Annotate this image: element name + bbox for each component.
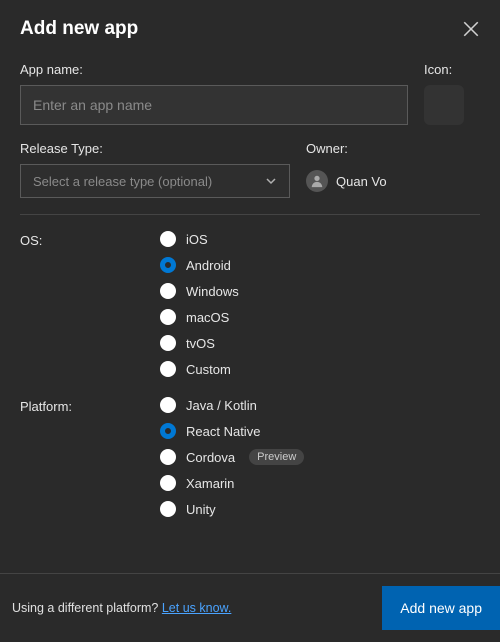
radio-icon xyxy=(160,397,176,413)
chevron-down-icon xyxy=(265,175,277,187)
platform-label: Platform: xyxy=(20,397,160,517)
radio-icon xyxy=(160,335,176,351)
icon-upload[interactable] xyxy=(424,85,464,125)
preview-badge: Preview xyxy=(249,449,304,465)
radio-label: Windows xyxy=(186,284,239,299)
radio-icon xyxy=(160,361,176,377)
platform-option-unity[interactable]: Unity xyxy=(160,501,304,517)
radio-label: Android xyxy=(186,258,231,273)
close-icon[interactable] xyxy=(462,20,480,38)
dialog-title: Add new app xyxy=(20,18,138,40)
radio-icon xyxy=(160,231,176,247)
let-us-know-link[interactable]: Let us know. xyxy=(162,601,232,615)
os-option-windows[interactable]: Windows xyxy=(160,283,239,299)
radio-icon xyxy=(160,309,176,325)
radio-icon xyxy=(160,449,176,465)
os-radio-group: iOS Android Windows macOS tvOS Custom xyxy=(160,231,239,377)
platform-option-xamarin[interactable]: Xamarin xyxy=(160,475,304,491)
radio-label: tvOS xyxy=(186,336,215,351)
app-name-label: App name: xyxy=(20,62,408,77)
owner-label: Owner: xyxy=(306,141,480,156)
platform-option-cordova[interactable]: Cordova Preview xyxy=(160,449,304,465)
os-option-android[interactable]: Android xyxy=(160,257,239,273)
radio-label: Custom xyxy=(186,362,231,377)
radio-icon xyxy=(160,257,176,273)
os-option-tvos[interactable]: tvOS xyxy=(160,335,239,351)
radio-icon xyxy=(160,475,176,491)
platform-radio-group: Java / Kotlin React Native Cordova Preview X… xyxy=(160,397,304,517)
release-type-placeholder: Select a release type (optional) xyxy=(33,174,212,189)
app-name-input[interactable] xyxy=(20,85,408,125)
os-label: OS: xyxy=(20,231,160,377)
radio-label: Cordova xyxy=(186,450,235,465)
avatar xyxy=(306,170,328,192)
owner-display[interactable]: Quan Vo xyxy=(306,164,480,198)
radio-icon xyxy=(160,283,176,299)
radio-icon xyxy=(160,423,176,439)
radio-label: Unity xyxy=(186,502,216,517)
radio-label: macOS xyxy=(186,310,229,325)
footer-text: Using a different platform? Let us know. xyxy=(12,601,231,615)
platform-option-java-kotlin[interactable]: Java / Kotlin xyxy=(160,397,304,413)
os-option-macos[interactable]: macOS xyxy=(160,309,239,325)
divider xyxy=(20,214,480,215)
icon-label: Icon: xyxy=(424,62,480,77)
platform-option-react-native[interactable]: React Native xyxy=(160,423,304,439)
os-option-custom[interactable]: Custom xyxy=(160,361,239,377)
release-type-label: Release Type: xyxy=(20,141,290,156)
radio-label: Java / Kotlin xyxy=(186,398,257,413)
radio-label: Xamarin xyxy=(186,476,234,491)
os-option-ios[interactable]: iOS xyxy=(160,231,239,247)
owner-name: Quan Vo xyxy=(336,174,387,189)
radio-icon xyxy=(160,501,176,517)
radio-label: React Native xyxy=(186,424,260,439)
release-type-select[interactable]: Select a release type (optional) xyxy=(20,164,290,198)
radio-label: iOS xyxy=(186,232,208,247)
add-new-app-button[interactable]: Add new app xyxy=(382,586,500,630)
